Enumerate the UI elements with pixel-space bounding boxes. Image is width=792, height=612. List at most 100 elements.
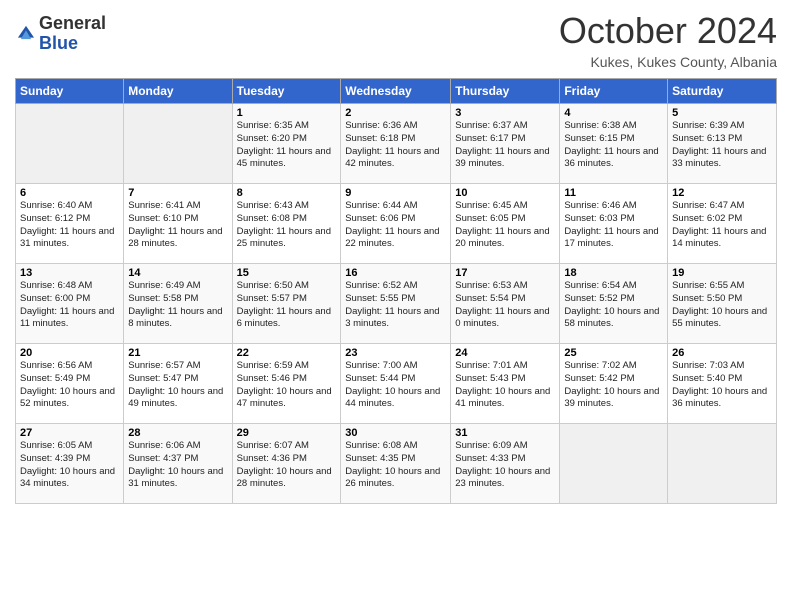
day-info: Sunrise: 6:55 AM Sunset: 5:50 PM Dayligh… bbox=[672, 280, 772, 331]
day-number: 11 bbox=[564, 187, 663, 199]
day-number: 18 bbox=[564, 267, 663, 279]
day-number: 2 bbox=[345, 107, 446, 119]
day-cell: 1Sunrise: 6:35 AM Sunset: 6:20 PM Daylig… bbox=[232, 104, 341, 184]
day-number: 4 bbox=[564, 107, 663, 119]
day-number: 20 bbox=[20, 347, 119, 359]
day-number: 21 bbox=[128, 347, 227, 359]
day-info: Sunrise: 6:05 AM Sunset: 4:39 PM Dayligh… bbox=[20, 440, 119, 491]
day-cell: 6Sunrise: 6:40 AM Sunset: 6:12 PM Daylig… bbox=[16, 184, 124, 264]
logo-text: General Blue bbox=[39, 14, 106, 54]
title-block: October 2024 Kukes, Kukes County, Albani… bbox=[559, 10, 777, 70]
day-info: Sunrise: 6:07 AM Sunset: 4:36 PM Dayligh… bbox=[237, 440, 337, 491]
day-info: Sunrise: 6:41 AM Sunset: 6:10 PM Dayligh… bbox=[128, 200, 227, 251]
col-wednesday: Wednesday bbox=[341, 79, 451, 104]
day-cell: 24Sunrise: 7:01 AM Sunset: 5:43 PM Dayli… bbox=[451, 344, 560, 424]
logo-blue: Blue bbox=[39, 34, 106, 54]
day-cell: 26Sunrise: 7:03 AM Sunset: 5:40 PM Dayli… bbox=[668, 344, 777, 424]
day-info: Sunrise: 6:35 AM Sunset: 6:20 PM Dayligh… bbox=[237, 120, 337, 171]
day-number: 7 bbox=[128, 187, 227, 199]
day-cell bbox=[560, 424, 668, 504]
week-row-1: 1Sunrise: 6:35 AM Sunset: 6:20 PM Daylig… bbox=[16, 104, 777, 184]
day-number: 24 bbox=[455, 347, 555, 359]
week-row-5: 27Sunrise: 6:05 AM Sunset: 4:39 PM Dayli… bbox=[16, 424, 777, 504]
day-cell: 22Sunrise: 6:59 AM Sunset: 5:46 PM Dayli… bbox=[232, 344, 341, 424]
day-info: Sunrise: 6:40 AM Sunset: 6:12 PM Dayligh… bbox=[20, 200, 119, 251]
week-row-3: 13Sunrise: 6:48 AM Sunset: 6:00 PM Dayli… bbox=[16, 264, 777, 344]
calendar-body: 1Sunrise: 6:35 AM Sunset: 6:20 PM Daylig… bbox=[16, 104, 777, 504]
day-number: 30 bbox=[345, 427, 446, 439]
day-info: Sunrise: 6:49 AM Sunset: 5:58 PM Dayligh… bbox=[128, 280, 227, 331]
day-info: Sunrise: 6:47 AM Sunset: 6:02 PM Dayligh… bbox=[672, 200, 772, 251]
day-cell bbox=[124, 104, 232, 184]
day-cell: 20Sunrise: 6:56 AM Sunset: 5:49 PM Dayli… bbox=[16, 344, 124, 424]
day-number: 6 bbox=[20, 187, 119, 199]
day-number: 3 bbox=[455, 107, 555, 119]
day-cell: 19Sunrise: 6:55 AM Sunset: 5:50 PM Dayli… bbox=[668, 264, 777, 344]
day-cell: 11Sunrise: 6:46 AM Sunset: 6:03 PM Dayli… bbox=[560, 184, 668, 264]
header: General Blue October 2024 Kukes, Kukes C… bbox=[15, 10, 777, 70]
day-cell: 14Sunrise: 6:49 AM Sunset: 5:58 PM Dayli… bbox=[124, 264, 232, 344]
day-number: 16 bbox=[345, 267, 446, 279]
day-number: 12 bbox=[672, 187, 772, 199]
day-info: Sunrise: 6:43 AM Sunset: 6:08 PM Dayligh… bbox=[237, 200, 337, 251]
day-cell: 28Sunrise: 6:06 AM Sunset: 4:37 PM Dayli… bbox=[124, 424, 232, 504]
day-cell: 13Sunrise: 6:48 AM Sunset: 6:00 PM Dayli… bbox=[16, 264, 124, 344]
subtitle: Kukes, Kukes County, Albania bbox=[559, 54, 777, 70]
day-cell: 4Sunrise: 6:38 AM Sunset: 6:15 PM Daylig… bbox=[560, 104, 668, 184]
day-number: 8 bbox=[237, 187, 337, 199]
day-info: Sunrise: 6:57 AM Sunset: 5:47 PM Dayligh… bbox=[128, 360, 227, 411]
day-number: 23 bbox=[345, 347, 446, 359]
day-cell: 7Sunrise: 6:41 AM Sunset: 6:10 PM Daylig… bbox=[124, 184, 232, 264]
day-info: Sunrise: 6:59 AM Sunset: 5:46 PM Dayligh… bbox=[237, 360, 337, 411]
day-info: Sunrise: 6:56 AM Sunset: 5:49 PM Dayligh… bbox=[20, 360, 119, 411]
day-number: 5 bbox=[672, 107, 772, 119]
day-info: Sunrise: 6:36 AM Sunset: 6:18 PM Dayligh… bbox=[345, 120, 446, 171]
day-info: Sunrise: 6:52 AM Sunset: 5:55 PM Dayligh… bbox=[345, 280, 446, 331]
header-row: Sunday Monday Tuesday Wednesday Thursday… bbox=[16, 79, 777, 104]
day-cell: 2Sunrise: 6:36 AM Sunset: 6:18 PM Daylig… bbox=[341, 104, 451, 184]
day-number: 31 bbox=[455, 427, 555, 439]
day-cell: 21Sunrise: 6:57 AM Sunset: 5:47 PM Dayli… bbox=[124, 344, 232, 424]
col-sunday: Sunday bbox=[16, 79, 124, 104]
day-cell bbox=[668, 424, 777, 504]
day-cell: 17Sunrise: 6:53 AM Sunset: 5:54 PM Dayli… bbox=[451, 264, 560, 344]
day-number: 29 bbox=[237, 427, 337, 439]
day-info: Sunrise: 6:06 AM Sunset: 4:37 PM Dayligh… bbox=[128, 440, 227, 491]
day-number: 19 bbox=[672, 267, 772, 279]
day-number: 17 bbox=[455, 267, 555, 279]
day-number: 15 bbox=[237, 267, 337, 279]
col-monday: Monday bbox=[124, 79, 232, 104]
day-number: 10 bbox=[455, 187, 555, 199]
day-info: Sunrise: 6:39 AM Sunset: 6:13 PM Dayligh… bbox=[672, 120, 772, 171]
day-number: 1 bbox=[237, 107, 337, 119]
day-info: Sunrise: 6:46 AM Sunset: 6:03 PM Dayligh… bbox=[564, 200, 663, 251]
col-saturday: Saturday bbox=[668, 79, 777, 104]
day-number: 22 bbox=[237, 347, 337, 359]
day-info: Sunrise: 6:54 AM Sunset: 5:52 PM Dayligh… bbox=[564, 280, 663, 331]
calendar-table: Sunday Monday Tuesday Wednesday Thursday… bbox=[15, 78, 777, 504]
day-number: 25 bbox=[564, 347, 663, 359]
col-friday: Friday bbox=[560, 79, 668, 104]
day-number: 26 bbox=[672, 347, 772, 359]
week-row-4: 20Sunrise: 6:56 AM Sunset: 5:49 PM Dayli… bbox=[16, 344, 777, 424]
day-info: Sunrise: 6:37 AM Sunset: 6:17 PM Dayligh… bbox=[455, 120, 555, 171]
day-info: Sunrise: 6:53 AM Sunset: 5:54 PM Dayligh… bbox=[455, 280, 555, 331]
day-cell: 3Sunrise: 6:37 AM Sunset: 6:17 PM Daylig… bbox=[451, 104, 560, 184]
day-number: 28 bbox=[128, 427, 227, 439]
day-cell: 31Sunrise: 6:09 AM Sunset: 4:33 PM Dayli… bbox=[451, 424, 560, 504]
day-cell: 5Sunrise: 6:39 AM Sunset: 6:13 PM Daylig… bbox=[668, 104, 777, 184]
day-cell bbox=[16, 104, 124, 184]
day-number: 27 bbox=[20, 427, 119, 439]
day-info: Sunrise: 7:03 AM Sunset: 5:40 PM Dayligh… bbox=[672, 360, 772, 411]
day-cell: 12Sunrise: 6:47 AM Sunset: 6:02 PM Dayli… bbox=[668, 184, 777, 264]
day-info: Sunrise: 7:01 AM Sunset: 5:43 PM Dayligh… bbox=[455, 360, 555, 411]
day-info: Sunrise: 6:08 AM Sunset: 4:35 PM Dayligh… bbox=[345, 440, 446, 491]
logo-general: General bbox=[39, 14, 106, 34]
week-row-2: 6Sunrise: 6:40 AM Sunset: 6:12 PM Daylig… bbox=[16, 184, 777, 264]
day-number: 13 bbox=[20, 267, 119, 279]
day-cell: 16Sunrise: 6:52 AM Sunset: 5:55 PM Dayli… bbox=[341, 264, 451, 344]
day-info: Sunrise: 7:02 AM Sunset: 5:42 PM Dayligh… bbox=[564, 360, 663, 411]
day-info: Sunrise: 6:45 AM Sunset: 6:05 PM Dayligh… bbox=[455, 200, 555, 251]
month-title: October 2024 bbox=[559, 10, 777, 52]
day-cell: 25Sunrise: 7:02 AM Sunset: 5:42 PM Dayli… bbox=[560, 344, 668, 424]
